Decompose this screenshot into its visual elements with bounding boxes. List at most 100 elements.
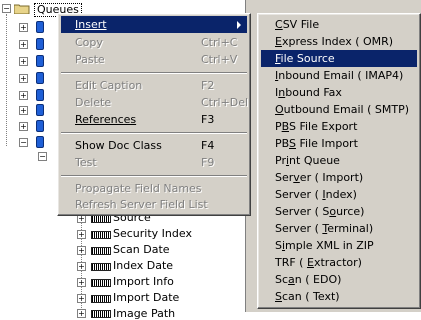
submenu-item-label: Simple XML in ZIP (275, 239, 374, 252)
submenu-item-label: File Source (275, 52, 335, 65)
submenu-item-pbs-file-export[interactable]: PBS File Export (261, 118, 417, 135)
tree-field-label[interactable]: Scan Date (113, 243, 170, 256)
menu-item-label: Delete (75, 96, 112, 109)
menu-item-copy[interactable]: Copy Ctrl+C (61, 34, 247, 51)
submenu-item-label: TRF ( Extractor) (275, 256, 362, 269)
submenu-item-label: Server ( Import) (275, 171, 364, 184)
submenu-item-label: CSV File (275, 18, 320, 31)
tree-field-label[interactable]: Import Date (113, 291, 179, 304)
tree-connector (6, 14, 7, 146)
menu-item-refresh-server-field-list[interactable]: Refresh Server Field List (61, 196, 247, 213)
menu-item-label: Test (75, 156, 97, 169)
submenu-item-label: Inbound Fax (275, 86, 342, 99)
submenu-item-label: Server ( Index) (275, 188, 357, 201)
queue-icon (36, 120, 44, 132)
field-expander[interactable]: + (77, 230, 86, 239)
menu-item-label: Refresh Server Field List (75, 198, 208, 211)
node-expander[interactable]: + (19, 91, 28, 100)
menu-item-shortcut: F2 (201, 79, 215, 92)
menu-item-label: Propagate Field Names (75, 182, 202, 195)
submenu-item-label: Scan ( Text) (275, 290, 340, 303)
menu-item-label: Copy (75, 36, 103, 49)
submenu-item-server-index[interactable]: Server ( Index) (261, 186, 417, 203)
menu-item-show-doc-class[interactable]: Show Doc Class F4 (61, 137, 247, 154)
field-icon (91, 215, 111, 223)
field-expander[interactable]: + (77, 278, 86, 287)
menu-item-shortcut: F9 (201, 156, 215, 169)
node-expander[interactable]: + (19, 57, 28, 66)
menu-item-test[interactable]: Test F9 (61, 154, 247, 171)
queue-icon (36, 104, 44, 116)
field-icon (91, 310, 111, 318)
tree-field-label[interactable]: Import Info (113, 275, 174, 288)
submenu-item-label: Server ( Terminal) (275, 222, 374, 235)
root-expander[interactable]: − (2, 4, 11, 13)
menu-separator (61, 175, 247, 177)
node-expander[interactable]: + (19, 23, 28, 32)
queue-icon (36, 72, 44, 84)
submenu-arrow-icon (237, 21, 241, 29)
submenu-item-scan-edo[interactable]: Scan ( EDO) (261, 271, 417, 288)
node-expander[interactable]: + (19, 106, 28, 115)
node-expander[interactable]: − (38, 152, 47, 161)
queue-icon (36, 38, 44, 50)
submenu-item-trf-extractor[interactable]: TRF ( Extractor) (261, 254, 417, 271)
menu-item-edit-caption[interactable]: Edit Caption F2 (61, 77, 247, 94)
queue-icon (36, 21, 44, 33)
menu-item-insert[interactable]: Insert (61, 16, 247, 33)
menu-separator (61, 72, 247, 74)
submenu-item-server-import[interactable]: Server ( Import) (261, 169, 417, 186)
submenu-item-label: Server ( Source) (275, 205, 365, 218)
submenu-item-server-source[interactable]: Server ( Source) (261, 203, 417, 220)
submenu-item-print-queue[interactable]: Print Queue (261, 152, 417, 169)
submenu-item-file-source[interactable]: File Source (261, 50, 417, 67)
field-expander[interactable]: + (77, 294, 86, 303)
queue-icon (36, 55, 44, 67)
menu-item-references[interactable]: References F3 (61, 111, 247, 128)
submenu-item-pbs-file-import[interactable]: PBS File Import (261, 135, 417, 152)
submenu-item-label: Inbound Email ( IMAP4) (275, 69, 404, 82)
submenu-item-csv-file[interactable]: CSV File (261, 16, 417, 33)
field-expander[interactable]: + (77, 262, 86, 271)
tree-field-label[interactable]: Security Index (113, 227, 192, 240)
menu-item-shortcut: Ctrl+V (201, 53, 238, 66)
menu-item-label: Insert (75, 18, 107, 31)
submenu-item-label: Outbound Email ( SMTP) (275, 103, 410, 116)
tree-field-label[interactable]: Index Date (113, 259, 173, 272)
queue-icon (36, 136, 44, 148)
queue-icon (36, 89, 44, 101)
menu-separator (61, 132, 247, 134)
submenu-item-inbound-fax[interactable]: Inbound Fax (261, 84, 417, 101)
submenu-item-outbound-email-smtp[interactable]: Outbound Email ( SMTP) (261, 101, 417, 118)
menu-item-label: References (75, 113, 137, 126)
submenu-item-express-index-omr[interactable]: Express Index ( OMR) (261, 33, 417, 50)
node-expander[interactable]: + (19, 40, 28, 49)
context-menu: Insert Copy Ctrl+C Paste Ctrl+V Edit Cap… (57, 13, 251, 216)
submenu-item-inbound-email-imap4[interactable]: Inbound Email ( IMAP4) (261, 67, 417, 84)
submenu-item-label: PBS File Import (275, 137, 358, 150)
menu-item-shortcut: Ctrl+Del (201, 96, 249, 109)
field-icon (91, 279, 111, 287)
node-expander[interactable]: + (19, 122, 28, 131)
submenu-item-label: Scan ( EDO) (275, 273, 342, 286)
node-expander[interactable]: − (19, 138, 28, 147)
field-icon (91, 231, 111, 239)
menu-item-label: Paste (75, 53, 105, 66)
submenu-item-scan-text[interactable]: Scan ( Text) (261, 288, 417, 305)
field-icon (91, 263, 111, 271)
menu-item-label: Edit Caption (75, 79, 143, 92)
field-icon (91, 295, 111, 303)
menu-item-propagate-field-names[interactable]: Propagate Field Names (61, 180, 247, 197)
field-expander[interactable]: + (77, 309, 86, 318)
menu-item-label: Show Doc Class (75, 139, 162, 152)
menu-item-paste[interactable]: Paste Ctrl+V (61, 51, 247, 68)
submenu-item-server-terminal[interactable]: Server ( Terminal) (261, 220, 417, 237)
tree-field-label[interactable]: Image Path (113, 307, 175, 320)
menu-item-delete[interactable]: Delete Ctrl+Del (61, 94, 249, 111)
menu-item-shortcut: F3 (201, 113, 215, 126)
submenu-item-simple-xml-in-zip[interactable]: Simple XML in ZIP (261, 237, 417, 254)
field-expander[interactable]: + (77, 246, 86, 255)
submenu-item-label: Print Queue (275, 154, 340, 167)
node-expander[interactable]: + (19, 74, 28, 83)
field-icon (91, 247, 111, 255)
